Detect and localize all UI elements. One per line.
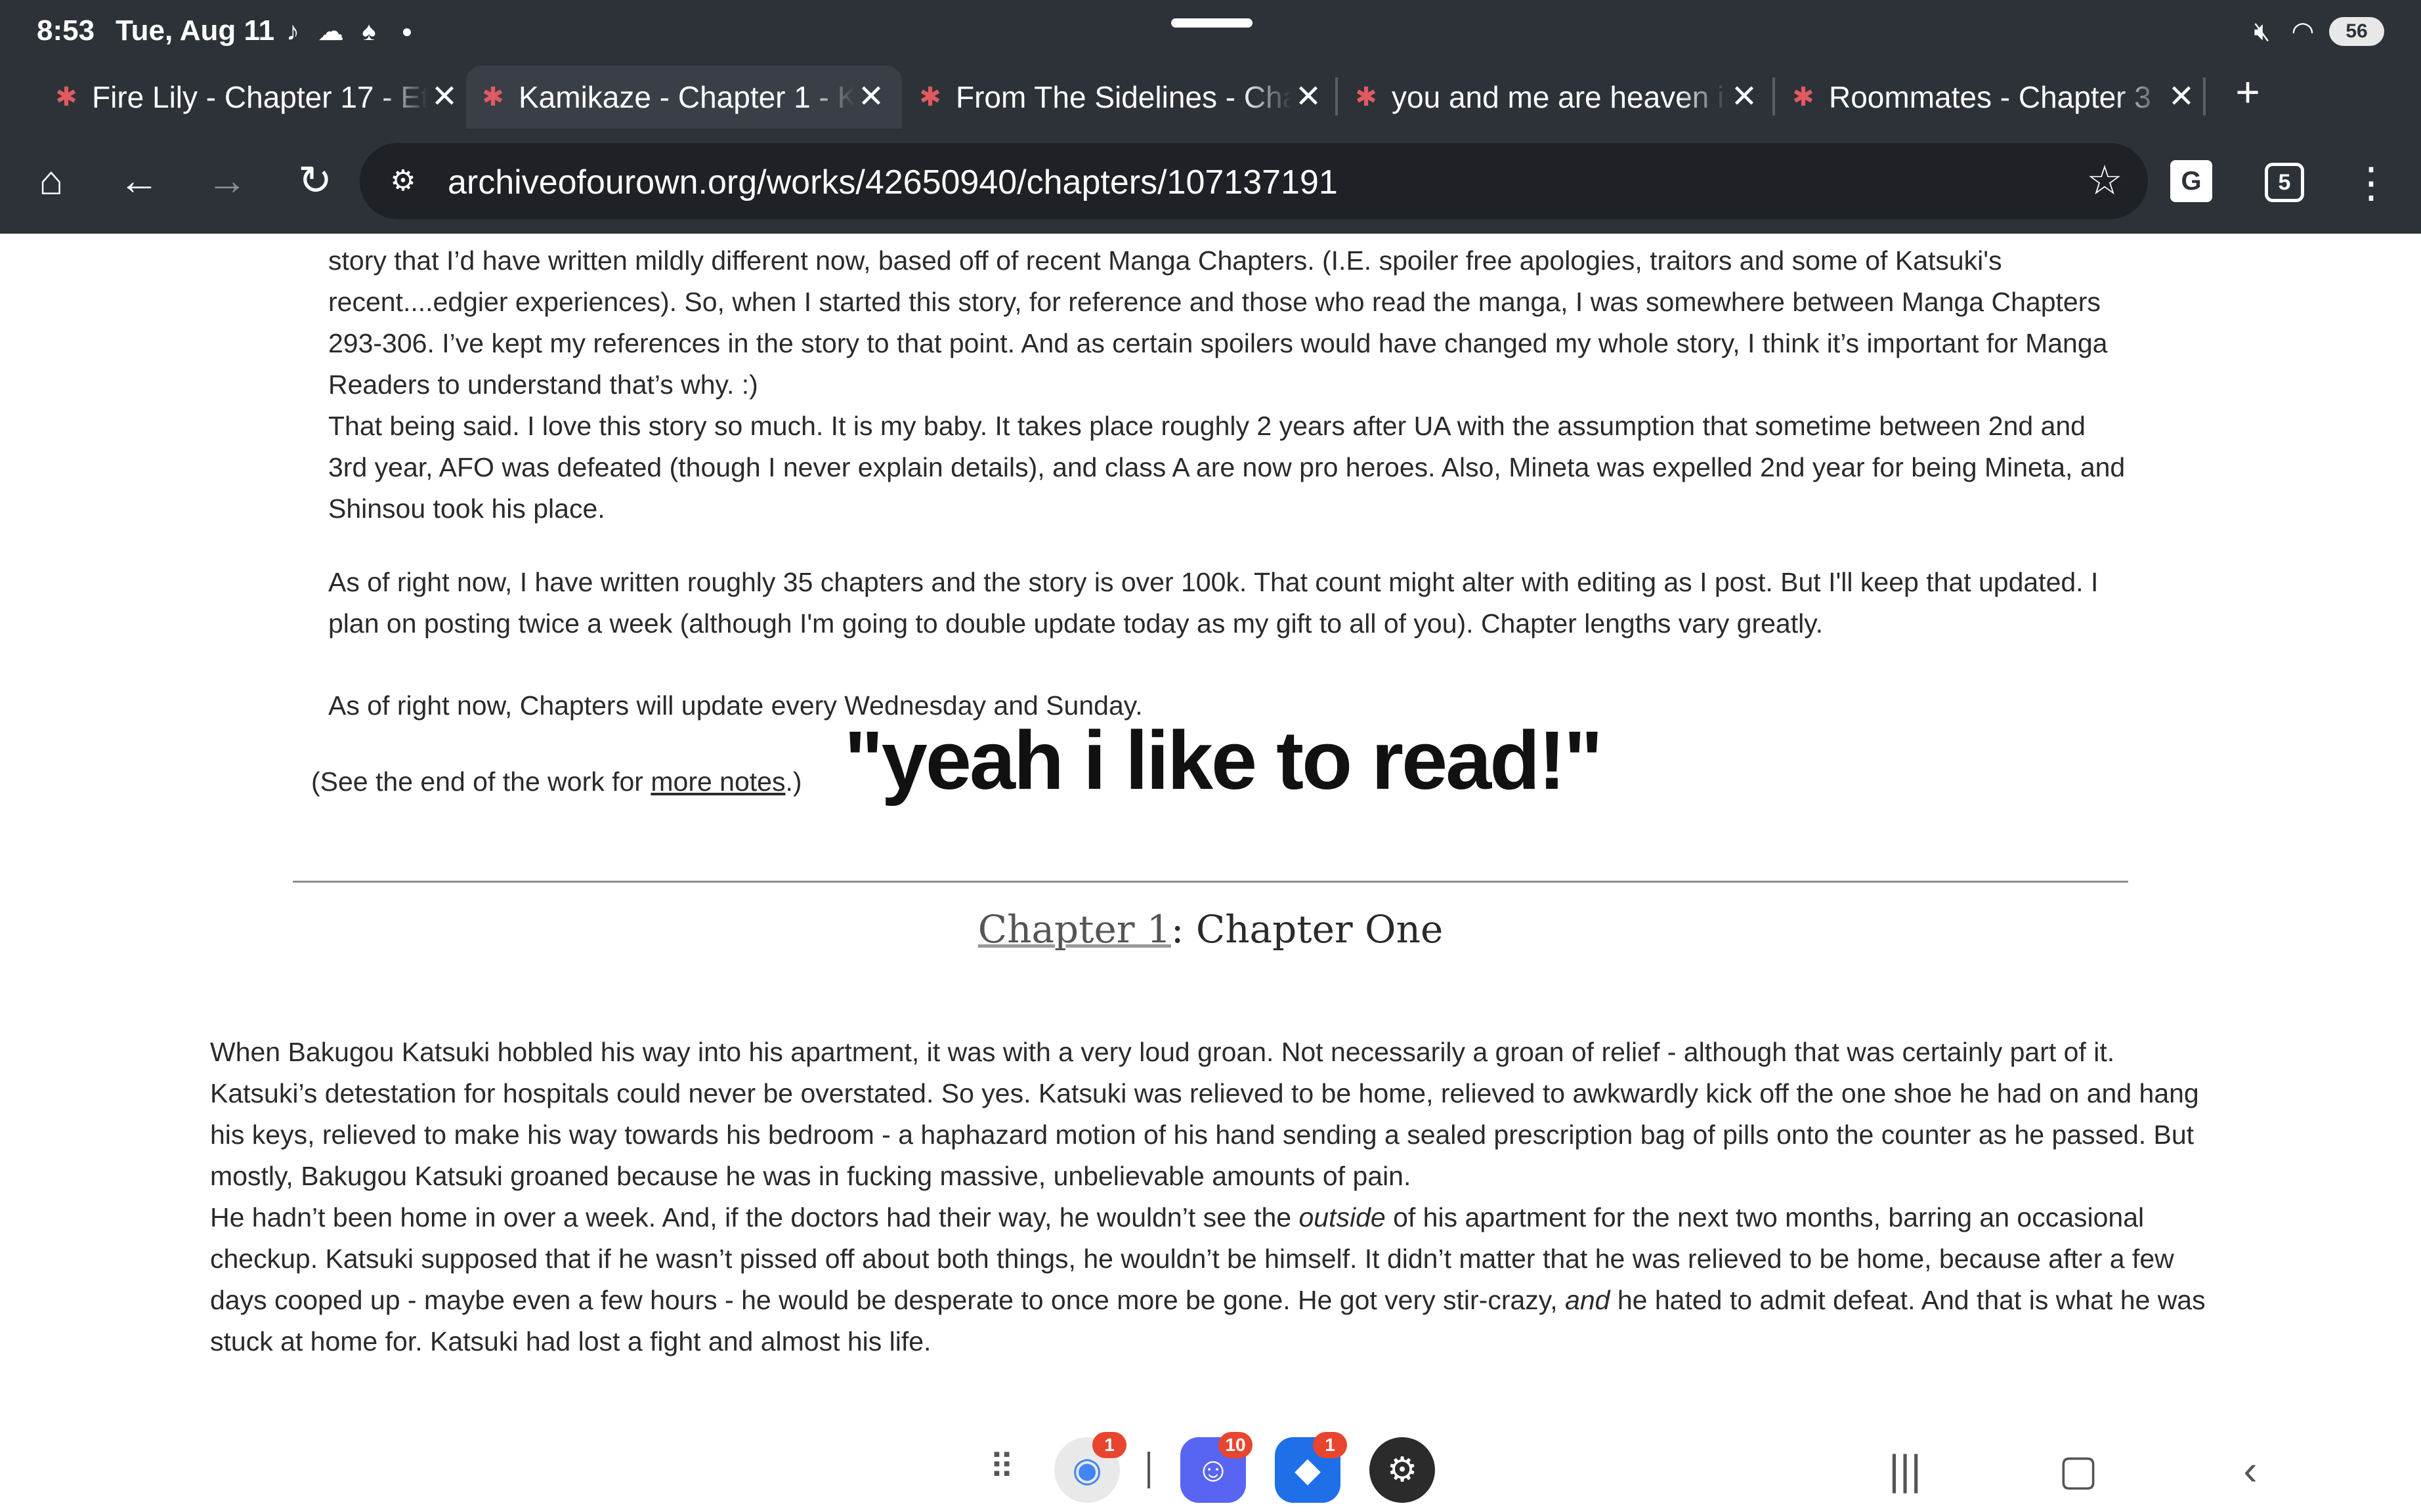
body-emphasis: and xyxy=(1565,1285,1610,1315)
mute-icon: 🔇︎ xyxy=(2254,17,2271,46)
chrome-app-icon[interactable]: ◉ 1 xyxy=(1054,1432,1126,1503)
ao3-favicon-icon: ✱ xyxy=(1792,83,1814,112)
ao3-favicon-icon: ✱ xyxy=(55,83,77,112)
close-icon[interactable]: ✕ xyxy=(1728,81,1761,114)
tab-roommates[interactable]: ✱ Roommates - Chapter 3 ✕ xyxy=(1776,66,2212,129)
browser-toolbar: ⌂ ← → ↻ ⚙ archiveofourown.org/works/4265… xyxy=(0,129,2421,234)
tab-title: you and me are heaven in xyxy=(1392,80,1728,114)
ao3-favicon-icon: ✱ xyxy=(1355,83,1377,112)
see-end-suffix: .) xyxy=(785,766,802,797)
dock-divider xyxy=(1147,1452,1150,1488)
ao3-favicon-icon: ✱ xyxy=(482,83,504,112)
site-settings-icon[interactable]: ⚙ xyxy=(385,164,421,198)
notes-paragraph: That being said. I love this story so mu… xyxy=(328,411,2126,524)
close-icon[interactable]: ✕ xyxy=(2165,81,2198,114)
notes-paragraph: story that I’d have written mildly diffe… xyxy=(328,245,2108,400)
tab-title: From The Sidelines - Cha xyxy=(956,80,1292,114)
tab-title: Roommates - Chapter 3 xyxy=(1829,80,2151,114)
tab-divider xyxy=(2203,77,2206,116)
see-end-prefix: (See the end of the work for xyxy=(311,766,651,797)
chapter-heading: Chapter 1: Chapter One xyxy=(0,907,2421,952)
home-button-icon[interactable]: ▢ xyxy=(2052,1444,2105,1496)
more-notes-link[interactable]: more notes xyxy=(651,766,785,797)
overlay-caption: "yeah i like to read!" xyxy=(844,714,1603,807)
browser-chrome: 8:53 Tue, Aug 11 ♪ ☁ ♠ ● 🔇︎ ◠ 56 ✱ Fire … xyxy=(0,0,2421,234)
discord-app-icon[interactable]: ☺ 10 xyxy=(1180,1432,1253,1503)
more-notifications-icon: ● xyxy=(401,21,413,41)
close-icon[interactable]: ✕ xyxy=(1292,81,1325,114)
tab-divider xyxy=(1772,77,1775,116)
close-icon[interactable]: ✕ xyxy=(428,81,461,114)
menu-icon[interactable]: ⋮ xyxy=(2350,155,2392,210)
tab-title: Kamikaze - Chapter 1 - K xyxy=(519,80,855,114)
chapter-title: : Chapter One xyxy=(1170,907,1444,952)
body-paragraph: He hadn’t been home in over a week. And,… xyxy=(210,1197,2219,1362)
tiktok-icon: ♪ xyxy=(286,17,299,46)
chapter-link[interactable]: Chapter 1 xyxy=(978,907,1171,952)
body-emphasis: outside xyxy=(1298,1202,1386,1232)
battery-indicator: 56 xyxy=(2329,17,2384,46)
bookmark-star-icon[interactable]: ☆ xyxy=(2082,159,2127,203)
tab-you-and-me[interactable]: ✱ you and me are heaven in ✕ xyxy=(1339,66,1775,129)
tab-switcher-button[interactable]: 5 xyxy=(2265,163,2304,202)
back-icon[interactable]: ← xyxy=(112,154,167,209)
translate-icon[interactable]: G xyxy=(2170,160,2212,202)
snapchat-icon: ♠ xyxy=(362,17,376,46)
status-time: 8:53 xyxy=(37,14,95,47)
url-text[interactable]: archiveofourown.org/works/42650940/chapt… xyxy=(448,163,1338,202)
page-content: story that I’d have written mildly diffe… xyxy=(0,234,2421,1428)
system-navigation-bar: ⠿ ◉ 1 ☺ 10 ◆ 1 ⚙ ||| ▢ ‹ xyxy=(0,1428,2421,1512)
status-bar: 8:53 Tue, Aug 11 ♪ ☁ ♠ ● 🔇︎ ◠ 56 xyxy=(0,0,2421,66)
close-icon[interactable]: ✕ xyxy=(855,81,888,114)
forward-icon[interactable]: → xyxy=(200,154,255,209)
tab-from-the-sidelines[interactable]: ✱ From The Sidelines - Cha ✕ xyxy=(903,66,1339,129)
back-nav-icon[interactable]: ‹ xyxy=(2224,1444,2277,1496)
address-bar[interactable]: ⚙ archiveofourown.org/works/42650940/cha… xyxy=(360,143,2148,219)
new-tab-button[interactable]: + xyxy=(2221,66,2274,118)
drag-handle[interactable] xyxy=(1171,18,1253,28)
notification-badge: 1 xyxy=(1313,1432,1347,1458)
settings-app-icon[interactable]: ⚙ xyxy=(1369,1437,1435,1503)
wifi-icon: ◠ xyxy=(2291,17,2315,46)
status-date: Tue, Aug 11 xyxy=(116,14,275,47)
tab-strip: ✱ Fire Lily - Chapter 17 - Et ✕ ✱ Kamika… xyxy=(0,66,2421,129)
body-text: He hadn’t been home in over a week. And,… xyxy=(210,1202,1299,1232)
tab-kamikaze[interactable]: ✱ Kamikaze - Chapter 1 - K ✕ xyxy=(466,66,902,129)
tab-divider xyxy=(1335,77,1338,116)
home-icon[interactable]: ⌂ xyxy=(24,154,79,209)
notification-badge: 1 xyxy=(1092,1432,1126,1458)
body-paragraph: When Bakugou Katsuki hobbled his way int… xyxy=(210,1037,2199,1191)
app-drawer-icon[interactable]: ⠿ xyxy=(982,1448,1021,1487)
ao3-favicon-icon: ✱ xyxy=(919,83,941,112)
divider xyxy=(293,881,2128,883)
recent-apps-icon[interactable]: ||| xyxy=(1879,1444,1931,1496)
roblox-app-icon[interactable]: ◆ 1 xyxy=(1275,1432,1347,1503)
see-end-notes: (See the end of the work for more notes.… xyxy=(311,766,802,797)
notes-paragraph: As of right now, I have written roughly … xyxy=(328,567,2099,639)
tab-title: Fire Lily - Chapter 17 - Et xyxy=(92,80,428,114)
cloud-icon: ☁ xyxy=(318,17,344,46)
notification-badge: 10 xyxy=(1218,1432,1253,1458)
tab-fire-lily[interactable]: ✱ Fire Lily - Chapter 17 - Et ✕ xyxy=(39,66,475,129)
reload-icon[interactable]: ↻ xyxy=(288,154,343,209)
